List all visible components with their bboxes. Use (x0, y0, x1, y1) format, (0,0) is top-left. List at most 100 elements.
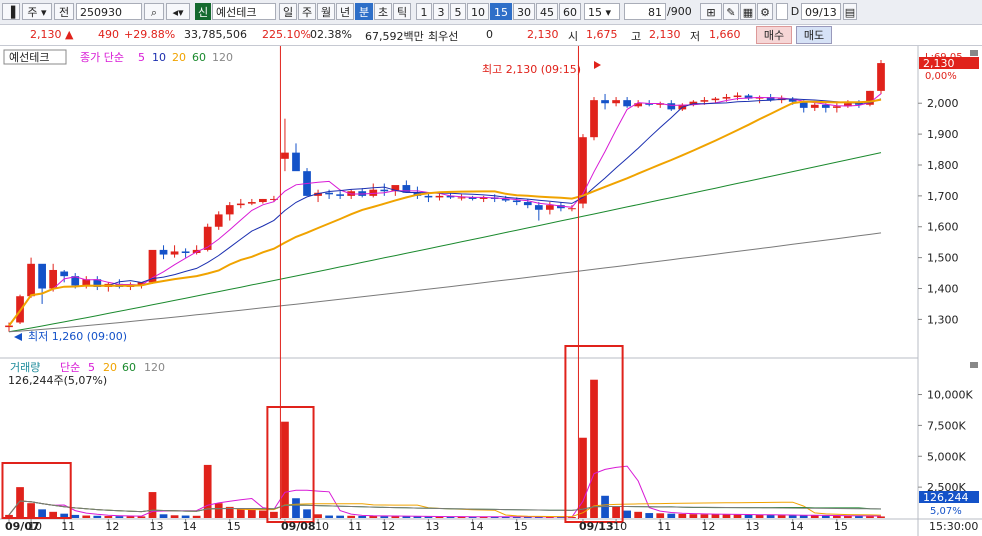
low-label: 저 (690, 30, 701, 43)
volume-ma-20-label: 20 (103, 361, 117, 374)
candle-body (236, 203, 245, 206)
interval-select-value: 15 (588, 6, 602, 19)
stock-name-label: 예선테크 (9, 51, 49, 64)
volume-bar (755, 514, 764, 518)
volume-current-tag: 126,244 (923, 491, 969, 504)
gear-icon[interactable]: ⚙ (757, 3, 773, 20)
candle-body (159, 249, 168, 255)
volume-bar (744, 514, 753, 518)
volume-bar (281, 421, 289, 518)
volume-bar (314, 514, 322, 518)
time-axis: 09/0710 11 12 13 14 15 09/08 10 11 12 13 14 15 09/13 1… (5, 519, 848, 533)
volume-bar (678, 513, 687, 518)
stock-chart[interactable]: 예선테크 종가 단순 5 10 20 60 120 L:69.05 0,00% … (0, 46, 982, 536)
candle-body (523, 202, 532, 206)
candle-body (380, 189, 389, 192)
candle-body (457, 197, 466, 199)
volume-bar (645, 513, 654, 518)
interval-5-button[interactable]: 5 (450, 3, 466, 20)
current-price-tag: 2,130 (923, 57, 955, 70)
sell-button[interactable]: 매도 (796, 26, 832, 44)
draw-tool-icon[interactable]: ✎ (723, 3, 739, 20)
period-second-button[interactable]: 초 (374, 3, 392, 20)
period-year-button[interactable]: 년 (336, 3, 354, 20)
turnover-rate: 02.38% (310, 28, 352, 41)
candle-body (435, 195, 444, 198)
high-price: 2,130 (649, 28, 681, 41)
interval-45-button[interactable]: 45 (536, 3, 558, 20)
time-tick-label: 10 (28, 520, 42, 533)
chart-menu-icon[interactable]: ▐ (2, 3, 20, 20)
search-icon[interactable]: ⌕ (144, 3, 164, 20)
time-tick-label: 13 (425, 520, 439, 533)
volume-bar (821, 515, 830, 518)
time-tick-label: 14 (183, 520, 197, 533)
candle-body (877, 63, 885, 91)
time-tick-label: 11 (348, 520, 362, 533)
volume-bar (16, 487, 24, 518)
stock-name-field[interactable]: 예선테크 (212, 3, 276, 20)
volume-bar (590, 379, 598, 518)
candle-body (292, 152, 300, 172)
prev-button[interactable]: 전 (54, 3, 74, 20)
interval-3-button[interactable]: 3 (433, 3, 449, 20)
volume-ma-5-line (8, 465, 882, 518)
volume-bar (325, 515, 333, 518)
volume-ma-120-line (8, 500, 882, 516)
period-minute-button[interactable]: 분 (355, 3, 373, 20)
period-tick-button[interactable]: 틱 (393, 3, 411, 20)
interval-select[interactable]: 15 ▾ (584, 3, 620, 20)
candle-body (821, 104, 830, 108)
candle-body (181, 251, 190, 253)
volume-bar (336, 515, 345, 518)
candle-body (545, 205, 554, 210)
volume-bar (799, 515, 808, 518)
period-month-button[interactable]: 월 (317, 3, 335, 20)
time-tick-label: 09/13 (579, 520, 614, 533)
candle-body (700, 100, 709, 102)
volume-bar (115, 516, 124, 518)
market-value: 주 (27, 6, 38, 19)
low-marker-label: 최저 1,260 (09:00) (28, 330, 127, 343)
time-tick-label: 11 (657, 520, 671, 533)
volume-bar (292, 498, 300, 518)
quote-bar: 2,130 ▲ 490 +29.88% 33,785,506 225.10% 0… (0, 25, 982, 46)
interval-1-button[interactable]: 1 (416, 3, 432, 20)
date-checkbox[interactable] (776, 3, 788, 20)
candle-body (281, 152, 289, 159)
volume-tick-label: 7,500K (927, 419, 966, 432)
open-price: 1,675 (586, 28, 618, 41)
volume-bar (126, 516, 135, 518)
candle-body (667, 103, 676, 110)
date-input[interactable]: 09/13 (801, 3, 841, 20)
interval-10-button[interactable]: 10 (467, 3, 489, 20)
indicator-icon[interactable]: ⊞ (700, 3, 722, 20)
interval-15-button[interactable]: 15 (490, 3, 512, 20)
ma-20-line (8, 98, 882, 327)
volume-panel: 거래량 단순 5 20 60 120 126,244주(5,07%) (8, 361, 165, 387)
time-tick-label: 15 (514, 520, 528, 533)
open-label: 시 (568, 30, 579, 43)
candle-body (38, 263, 46, 289)
candle-body (568, 208, 576, 210)
price-tick-label: 1,600 (927, 221, 959, 234)
interval-60-button[interactable]: 60 (559, 3, 581, 20)
market-select[interactable]: 주 ▾ (22, 3, 52, 20)
period-day-button[interactable]: 일 (279, 3, 297, 20)
calendar-icon[interactable]: ▤ (843, 3, 857, 20)
count-display: 81 (624, 3, 666, 20)
volume-bar (192, 515, 201, 518)
volume-bar (148, 492, 157, 518)
volume-bar (27, 503, 35, 518)
buy-button[interactable]: 매수 (756, 26, 792, 44)
time-tick-label: 14 (790, 520, 804, 533)
volume-bar (667, 513, 676, 518)
stock-code-input[interactable]: 250930 (76, 3, 142, 20)
speaker-icon[interactable]: ◂▾ (166, 3, 190, 20)
volume-bar (700, 514, 709, 518)
period-week-button[interactable]: 주 (298, 3, 316, 20)
grid-icon[interactable]: ▦ (740, 3, 756, 20)
price-tick-label: 1,500 (927, 252, 959, 265)
volume-value: 33,785,506 (184, 28, 247, 41)
interval-30-button[interactable]: 30 (513, 3, 535, 20)
